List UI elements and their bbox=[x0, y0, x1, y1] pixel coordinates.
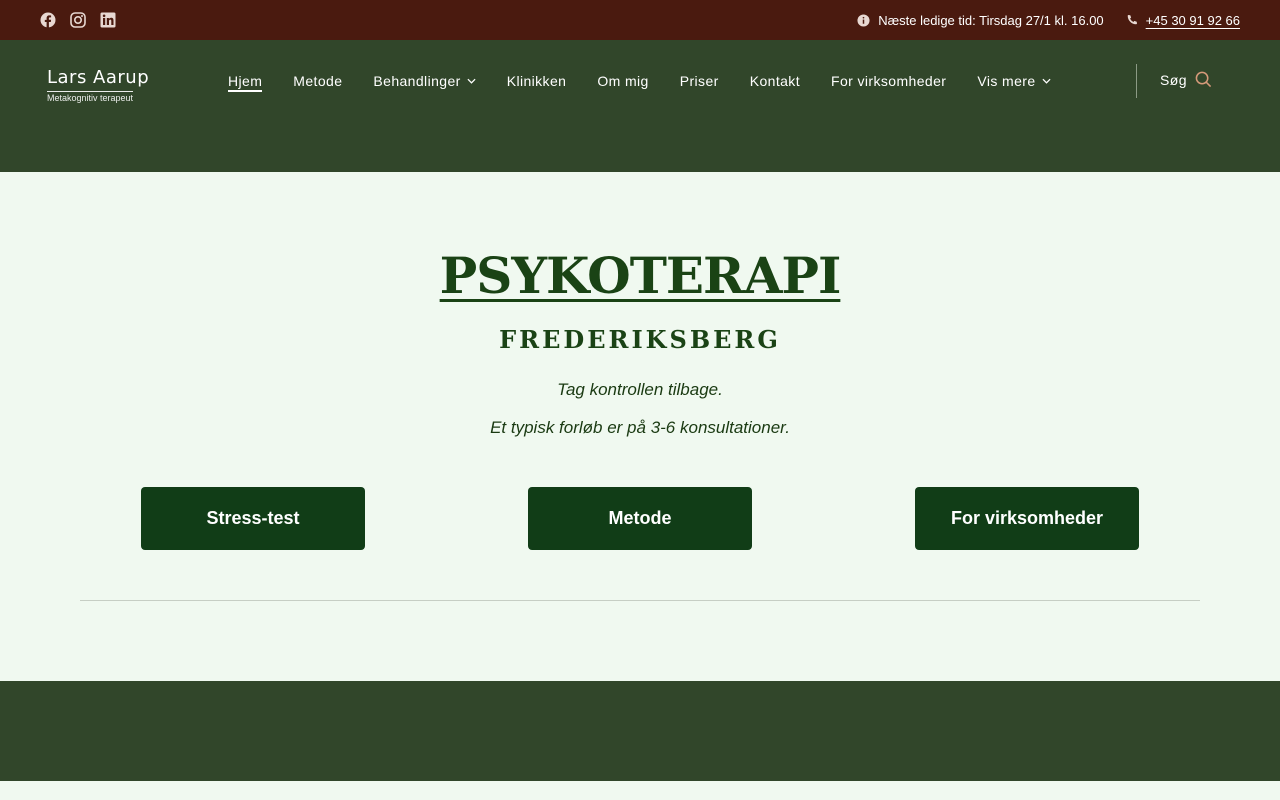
logo-subtitle: Metakognitiv terapeut bbox=[47, 91, 134, 103]
hero-section: PSYKOTERAPI FREDERIKSBERG Tag kontrollen… bbox=[0, 172, 1280, 681]
for-virksomheder-button[interactable]: For virksomheder bbox=[915, 487, 1139, 550]
nav-item-klinikken[interactable]: Klinikken bbox=[507, 73, 567, 89]
info-icon bbox=[857, 13, 870, 27]
top-info: Næste ledige tid: Tirsdag 27/1 kl. 16.00… bbox=[857, 13, 1240, 28]
page-subtitle: FREDERIKSBERG bbox=[499, 325, 781, 354]
stress-test-button[interactable]: Stress-test bbox=[141, 487, 365, 550]
chevron-down-icon bbox=[467, 78, 476, 84]
search-icon bbox=[1195, 71, 1212, 88]
nav-item-om-mig[interactable]: Om mig bbox=[597, 73, 648, 89]
phone-link[interactable]: +45 30 91 92 66 bbox=[1146, 13, 1240, 28]
nav-item-priser[interactable]: Priser bbox=[680, 73, 719, 89]
social-links bbox=[40, 12, 116, 28]
search-label: Søg bbox=[1160, 71, 1187, 88]
next-available-info: Næste ledige tid: Tirsdag 27/1 kl. 16.00 bbox=[857, 12, 1104, 28]
nav-item-metode[interactable]: Metode bbox=[293, 73, 342, 89]
metode-button[interactable]: Metode bbox=[528, 487, 752, 550]
page-title[interactable]: PSYKOTERAPI bbox=[0, 246, 1280, 305]
nav-item-for-virksomheder[interactable]: For virksomheder bbox=[831, 73, 946, 89]
linkedin-icon[interactable] bbox=[100, 12, 116, 28]
info-text: Et typisk forløb er på 3-6 konsultatione… bbox=[490, 418, 790, 437]
logo[interactable]: Lars Aarup Metakognitiv terapeut bbox=[47, 68, 149, 106]
phone-icon bbox=[1127, 15, 1137, 25]
chevron-down-icon bbox=[1041, 78, 1051, 84]
nav-item-vis-mere-label: Vis mere bbox=[977, 73, 1036, 89]
logo-name: Lars Aarup bbox=[47, 67, 150, 88]
nav-item-behandlinger[interactable]: Behandlinger bbox=[373, 73, 476, 89]
phone-info: +45 30 91 92 66 bbox=[1126, 13, 1240, 28]
nav-item-vis-mere[interactable]: Vis mere bbox=[977, 73, 1051, 89]
search-button[interactable]: Søg bbox=[1160, 71, 1212, 88]
nav-divider bbox=[1136, 64, 1137, 98]
next-available-text: Næste ledige tid: Tirsdag 27/1 kl. 16.00 bbox=[878, 12, 1104, 28]
nav-item-behandlinger-label: Behandlinger bbox=[373, 73, 461, 89]
main-nav: Hjem Metode Behandlinger Klinikken Om mi… bbox=[228, 71, 1082, 92]
instagram-icon[interactable] bbox=[70, 12, 86, 28]
nav-item-kontakt[interactable]: Kontakt bbox=[750, 73, 800, 89]
green-band bbox=[0, 681, 1280, 781]
section-divider bbox=[80, 600, 1200, 601]
facebook-icon[interactable] bbox=[40, 12, 56, 28]
top-bar: Næste ledige tid: Tirsdag 27/1 kl. 16.00… bbox=[0, 0, 1280, 40]
tagline: Tag kontrollen tilbage. bbox=[557, 380, 723, 399]
nav-item-hjem[interactable]: Hjem bbox=[228, 73, 263, 92]
main-navbar: Lars Aarup Metakognitiv terapeut Hjem Me… bbox=[0, 40, 1280, 172]
